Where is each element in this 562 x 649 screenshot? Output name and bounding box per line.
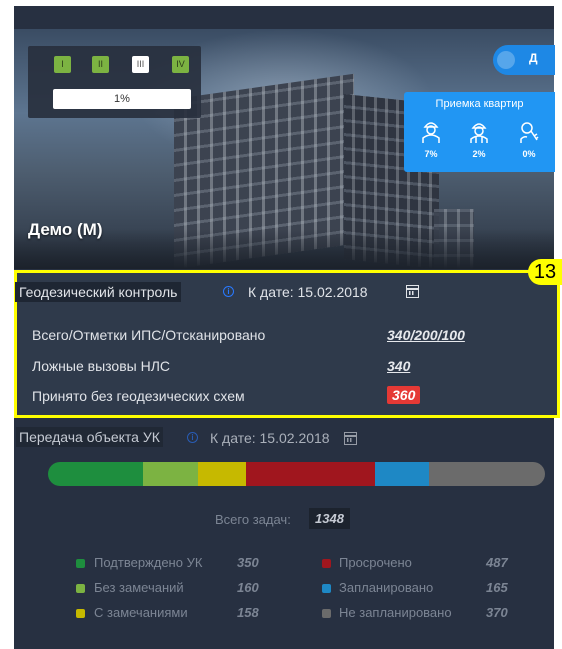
acceptance-value-3: 0% (522, 149, 536, 159)
legend-value-unplanned: 370 (486, 605, 508, 620)
key-icon (520, 122, 539, 143)
annotation-badge: 13 (528, 259, 562, 285)
legend-label-confirmed: Подтверждено УК (94, 555, 203, 570)
legend-label-no-remarks: Без замечаний (94, 580, 184, 595)
legend-color-unplanned (322, 609, 331, 618)
stage-button-1[interactable]: I (54, 56, 71, 73)
geo-row-label-total: Всего/Отметки ИПС/Отсканировано (32, 327, 266, 343)
mode-toggle[interactable]: Д (493, 45, 555, 75)
bar-segment-confirmed[interactable] (48, 462, 143, 486)
info-icon[interactable]: i (223, 286, 234, 297)
stage-selector: I II III IV 1% (28, 46, 201, 118)
project-title: Демо (М) (28, 220, 103, 239)
geo-row-value-false-calls[interactable]: 340 (387, 358, 410, 374)
date-value[interactable]: 15.02.2018 (298, 284, 368, 300)
stage-button-4[interactable]: IV (172, 56, 189, 73)
geo-row-value-no-schemes[interactable]: 360 (387, 386, 421, 404)
worker-icon (470, 123, 488, 143)
legend-color-no-remarks (76, 584, 85, 593)
geodetic-control-section: Геодезический контроль i К дате: 15.02.2… (14, 270, 560, 418)
apartment-acceptance-panel[interactable]: Приемка квартир 7% 2% 0% (404, 92, 555, 172)
legend-value-confirmed: 350 (237, 555, 259, 570)
acceptance-value-1: 7% (424, 149, 438, 159)
stage-button-2[interactable]: II (92, 56, 109, 73)
transfer-date-value[interactable]: 15.02.2018 (260, 430, 330, 446)
geo-row-label-false-calls: Ложные вызовы НЛС (32, 358, 170, 374)
progress-indicator: 1% (53, 89, 191, 109)
legend-color-planned (322, 584, 331, 593)
legend-value-overdue: 487 (486, 555, 508, 570)
legend-color-confirmed (76, 559, 85, 568)
transfer-date-label: К дате: 15.02.2018 (210, 430, 330, 446)
legend-label-overdue: Просрочено (339, 555, 412, 570)
toggle-knob (497, 51, 515, 69)
bar-segment-planned[interactable] (375, 462, 430, 486)
total-tasks-value: 1348 (309, 508, 350, 529)
legend-value-no-remarks: 160 (237, 580, 259, 595)
bar-segment-overdue[interactable] (246, 462, 375, 486)
transfer-section-title: Передача объекта УК (16, 427, 163, 447)
date-label: К дате: 15.02.2018 (248, 284, 368, 300)
status-bar (48, 462, 545, 486)
legend-label-unplanned: Не запланировано (339, 605, 452, 620)
bar-segment-unplanned[interactable] (429, 462, 545, 486)
bar-segment-with-remarks[interactable] (198, 462, 247, 486)
stage-button-3[interactable]: III (132, 56, 149, 73)
acceptance-title: Приемка квартир (435, 98, 524, 110)
geo-row-label-no-schemes: Принято без геодезических схем (32, 388, 245, 404)
legend-label-planned: Запланировано (339, 580, 434, 595)
date-prefix: К дате: (248, 284, 294, 300)
acceptance-value-2: 2% (472, 149, 486, 159)
section-title: Геодезический контроль (15, 282, 182, 302)
legend-color-with-remarks (76, 609, 85, 618)
calendar-icon[interactable] (406, 285, 419, 298)
toggle-label: Д (529, 51, 538, 65)
transfer-date-prefix: К дате: (210, 430, 256, 446)
legend-value-with-remarks: 158 (237, 605, 259, 620)
bar-segment-no-remarks[interactable] (142, 462, 199, 486)
legend-color-overdue (322, 559, 331, 568)
inspector-icon (422, 122, 440, 143)
geo-row-value-total[interactable]: 340/200/100 (387, 327, 465, 343)
transfer-info-icon[interactable]: i (187, 432, 198, 443)
legend-value-planned: 165 (486, 580, 508, 595)
legend-label-with-remarks: С замечаниями (94, 605, 188, 620)
total-tasks-label: Всего задач: (215, 512, 291, 527)
transfer-calendar-icon[interactable] (344, 432, 357, 445)
